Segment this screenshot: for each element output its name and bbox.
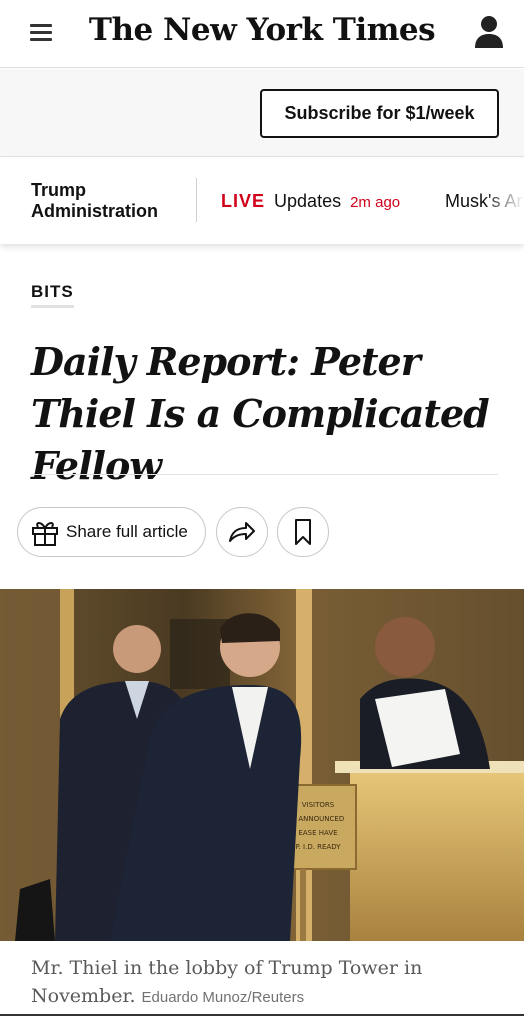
article-headline: Daily Report: Peter Thiel Is a Complicat… [31,339,490,488]
subscribe-bar: Subscribe for $1/week [0,69,524,157]
save-bookmark-button[interactable] [277,507,329,557]
headline-divider [31,474,498,475]
strip-divider [196,178,197,222]
gift-icon [32,522,58,546]
subscribe-button[interactable]: Subscribe for $1/week [260,89,499,138]
sign-line-3: EASE HAVE [298,829,337,837]
user-account-icon[interactable] [474,14,504,50]
share-arrow-icon [229,522,255,542]
live-updates-link[interactable]: LIVE Updates 2m ago [221,191,400,212]
section-label-trump-administration[interactable]: Trump Administration [31,180,181,222]
share-button[interactable] [216,507,268,557]
photo-caption: Mr. Thiel in the lobby of Trump Tower in… [31,954,501,1012]
share-full-article-button[interactable]: Share full article [17,507,206,557]
nyt-logo[interactable]: The New York Times [0,12,524,48]
sign-line-1: VISITORS [302,801,335,809]
news-strip: Trump Administration LIVE Updates 2m ago… [0,158,524,244]
top-bar: The New York Times [0,0,524,68]
photo-credit: Eduardo Munoz/Reuters [141,989,305,1006]
lead-photo-illustration: VISITORS E ANNOUNCED EASE HAVE P. I.D. R… [0,589,524,941]
article-kicker[interactable]: BITS [31,282,74,308]
sign-line-4: P. I.D. READY [295,843,341,851]
sign-line-2: E ANNOUNCED [292,815,344,823]
bottom-divider [0,1014,524,1016]
live-tag: LIVE [221,191,266,211]
live-updates-label: Updates [274,191,342,211]
strip-fade [484,158,524,244]
live-timestamp: 2m ago [350,194,401,211]
lead-photo: VISITORS E ANNOUNCED EASE HAVE P. I.D. R… [0,589,524,941]
share-full-article-label: Share full article [66,522,188,541]
bookmark-icon [295,519,311,545]
